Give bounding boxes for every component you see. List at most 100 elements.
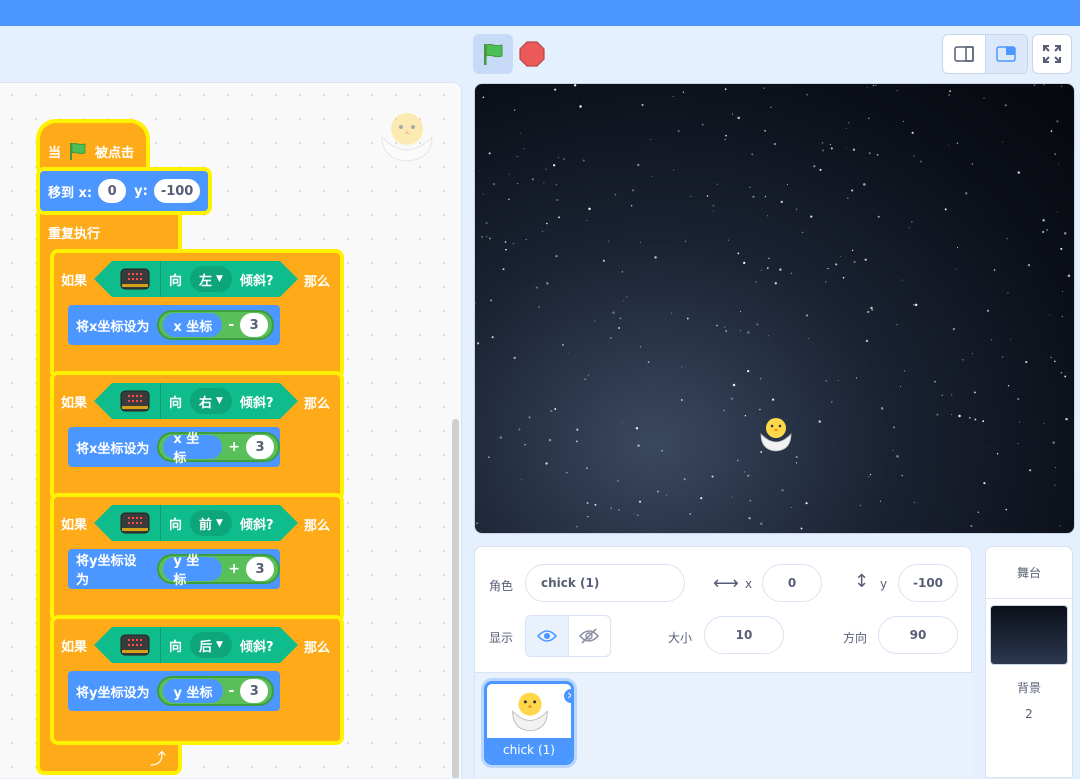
operand-input[interactable]: 3 — [240, 679, 269, 703]
tilt-condition-block[interactable]: 向右 ▼ 倾斜? — [94, 383, 298, 419]
star — [790, 272, 792, 274]
star — [795, 455, 798, 459]
star — [618, 509, 620, 511]
star — [764, 129, 766, 132]
star — [949, 90, 952, 93]
set-coordinate-block[interactable]: 将x坐标设为 x 坐标 +3 — [68, 427, 280, 467]
star — [567, 352, 569, 354]
star — [747, 370, 750, 373]
go-to-xy-block[interactable]: 移到 x: 0 y: -100 — [40, 171, 208, 211]
arithmetic-operator-block[interactable]: y 坐标 -3 — [157, 676, 275, 706]
star — [548, 438, 552, 442]
code-workspace[interactable]: 重复执行 ⤴ 当 被点击 移到 x: 0 y: -100 如果向左 ▼ 倾斜? 那么将… — [0, 82, 462, 778]
x-value-input[interactable]: 0 — [98, 179, 127, 203]
if-then-block[interactable]: 如果 向右 ▼ 倾斜? 那么 将x坐标设为 x 坐标 +3 — [54, 375, 340, 497]
tilt-condition-block[interactable]: 向左 ▼ 倾斜? — [94, 261, 298, 297]
x-position-input[interactable]: 0 — [762, 564, 822, 602]
arithmetic-operator-block[interactable]: x 坐标 -3 — [157, 310, 275, 340]
tilt-direction-dropdown[interactable]: 左 ▼ — [190, 266, 232, 292]
star — [747, 331, 750, 334]
tilt-direction-dropdown[interactable]: 前 ▼ — [190, 510, 232, 536]
stage-canvas[interactable] — [474, 83, 1075, 534]
delete-sprite-button[interactable]: ✕ — [562, 687, 571, 705]
star — [491, 336, 494, 339]
stop-button[interactable] — [516, 38, 548, 70]
when-flag-clicked-block[interactable]: 当 被点击 — [40, 123, 146, 171]
star — [482, 193, 484, 195]
arithmetic-operator-block[interactable]: x 坐标 +3 — [157, 432, 280, 466]
star — [1052, 441, 1055, 444]
if-block-foot — [54, 589, 340, 619]
star — [665, 494, 668, 496]
star — [550, 409, 553, 413]
star — [827, 267, 829, 270]
star — [557, 156, 559, 158]
star — [701, 123, 704, 126]
y-label: y: — [134, 183, 148, 199]
star — [1025, 360, 1028, 364]
direction-input[interactable]: 90 — [878, 616, 958, 654]
operand-input[interactable]: 3 — [246, 557, 274, 581]
tilt-condition-block[interactable]: 向前 ▼ 倾斜? — [94, 505, 298, 541]
then-label: 那么 — [304, 275, 331, 290]
y-position-input[interactable]: -100 — [898, 564, 958, 602]
vertical-scrollbar[interactable] — [452, 419, 459, 778]
small-stage-button[interactable] — [943, 35, 985, 73]
hide-button[interactable] — [567, 616, 610, 656]
star — [505, 248, 507, 251]
star — [767, 267, 769, 269]
tilted-label: 倾斜? — [239, 517, 274, 533]
star — [689, 513, 692, 515]
star — [802, 231, 804, 233]
fullscreen-button[interactable] — [1032, 34, 1072, 74]
if-then-block[interactable]: 如果 向后 ▼ 倾斜? 那么 将y坐标设为 y 坐标 -3 — [54, 619, 340, 741]
star — [508, 198, 510, 201]
set-coordinate-block[interactable]: 将y坐标设为 y 坐标 +3 — [68, 549, 280, 589]
sprite-name-input[interactable]: chick (1) — [525, 564, 685, 602]
x-position-label: x — [745, 577, 753, 591]
if-then-block[interactable]: 如果 向前 ▼ 倾斜? 那么 将y坐标设为 y 坐标 +3 — [54, 497, 340, 619]
visibility-toggle — [525, 615, 611, 657]
star — [786, 183, 788, 185]
coordinate-reporter[interactable]: x 坐标 — [163, 432, 223, 466]
tilt-condition-block[interactable]: 向后 ▼ 倾斜? — [94, 627, 298, 663]
operand-input[interactable]: 3 — [240, 313, 269, 337]
y-value-input[interactable]: -100 — [153, 179, 201, 203]
star — [743, 471, 746, 473]
star — [558, 216, 560, 219]
set-coordinate-block[interactable]: 将x坐标设为 x 坐标 -3 — [68, 305, 280, 345]
star — [810, 215, 813, 218]
star — [1033, 84, 1036, 86]
star — [587, 374, 590, 376]
coordinate-reporter[interactable]: y 坐标 — [163, 554, 223, 588]
coordinate-reporter[interactable]: x 坐标 — [163, 313, 223, 337]
arithmetic-operator-block[interactable]: y 坐标 +3 — [157, 554, 280, 588]
green-flag-button[interactable] — [473, 34, 513, 74]
show-button[interactable] — [526, 616, 568, 656]
if-then-block[interactable]: 如果 向左 ▼ 倾斜? 那么 将x坐标设为 x 坐标 -3 — [54, 253, 340, 375]
coordinate-reporter[interactable]: y 坐标 — [163, 679, 223, 703]
tilt-direction-value: 右 — [199, 395, 213, 411]
stage-target-panel[interactable]: 舞台 背景 2 — [985, 546, 1073, 778]
tilt-direction-dropdown[interactable]: 后 ▼ — [190, 632, 232, 658]
star — [752, 195, 755, 198]
star — [546, 222, 548, 225]
star — [825, 281, 827, 283]
star — [647, 361, 650, 364]
star — [805, 314, 809, 317]
star — [1056, 120, 1059, 123]
if-block-foot — [54, 345, 340, 375]
operand-input[interactable]: 3 — [246, 435, 274, 459]
star — [760, 522, 763, 525]
sprite-tile[interactable]: chick (1) ✕ — [484, 681, 574, 765]
star — [900, 386, 902, 388]
star — [880, 407, 884, 410]
size-input[interactable]: 10 — [704, 616, 784, 654]
set-coordinate-block[interactable]: 将y坐标设为 y 坐标 -3 — [68, 671, 280, 711]
star — [790, 506, 792, 508]
star — [1063, 232, 1067, 235]
chick-sprite[interactable] — [759, 414, 793, 452]
stage-toolbar — [0, 26, 1080, 82]
normal-stage-button[interactable] — [984, 35, 1027, 73]
tilt-direction-dropdown[interactable]: 右 ▼ — [190, 388, 232, 414]
